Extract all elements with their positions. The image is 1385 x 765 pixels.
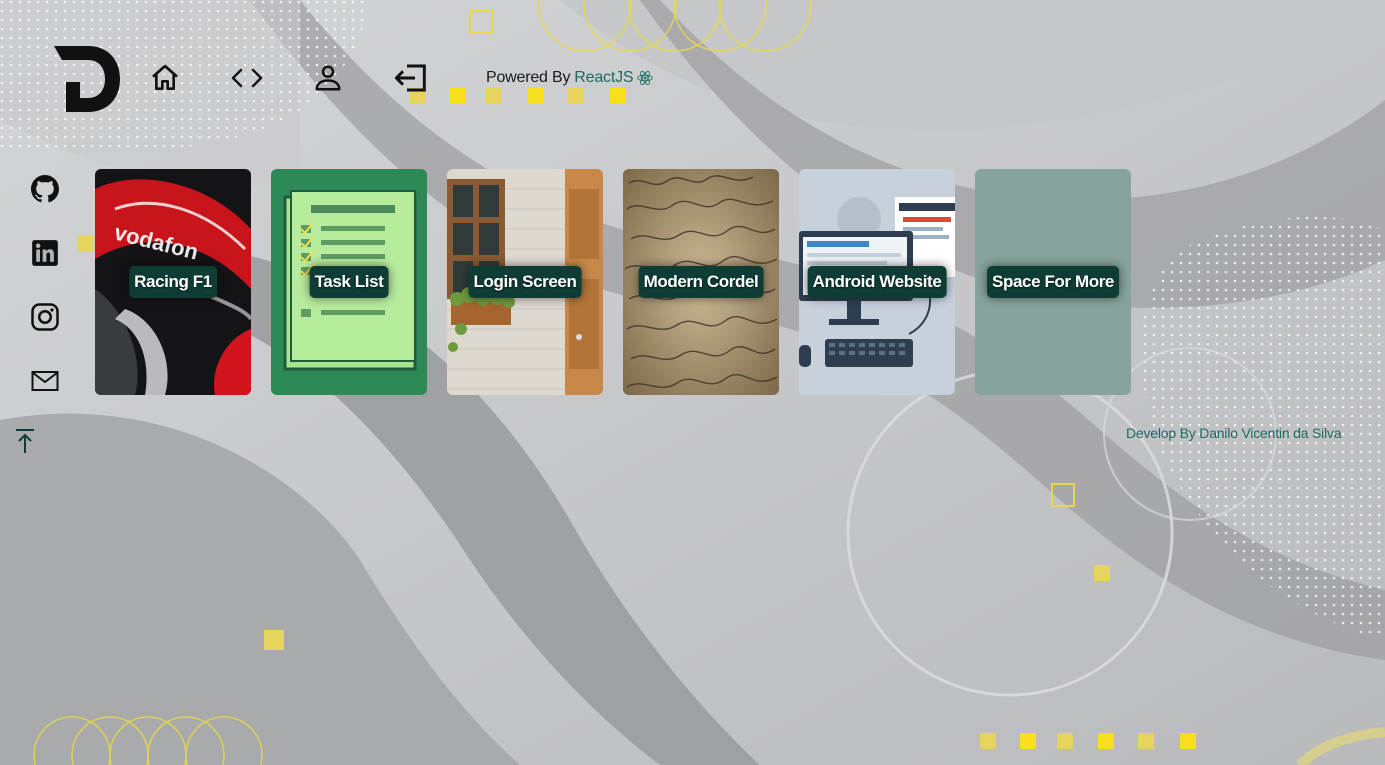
- letter-d-logo-icon: [54, 46, 120, 112]
- mail-icon: [31, 371, 59, 391]
- project-card-login-screen[interactable]: Login Screen: [447, 169, 603, 395]
- github-link[interactable]: [28, 172, 62, 206]
- react-icon: [637, 71, 654, 85]
- powered-by-label: Powered By: [486, 69, 571, 86]
- developer-credit: Develop By Danilo Vicentin da Silva: [1126, 425, 1342, 441]
- project-card-label: Modern Cordel: [638, 266, 764, 298]
- project-card-label: Task List: [309, 266, 389, 298]
- project-card-label: Login Screen: [468, 266, 582, 298]
- powered-by: Powered By ReactJS: [486, 69, 654, 87]
- project-card-android-website[interactable]: Android Website: [799, 169, 955, 395]
- project-card-modern-cordel[interactable]: Modern Cordel: [623, 169, 779, 395]
- arrow-up-to-top-icon: [16, 429, 34, 453]
- project-card-racing-f1[interactable]: vodafon Racing F1: [95, 169, 251, 395]
- project-card-label: Android Website: [807, 266, 947, 298]
- project-card-label: Space For More: [987, 266, 1119, 298]
- powered-by-brand[interactable]: ReactJS: [574, 69, 633, 87]
- person-icon: [315, 65, 341, 91]
- github-icon: [31, 175, 59, 203]
- linkedin-link[interactable]: [28, 236, 62, 270]
- login-icon: [394, 64, 426, 92]
- nav-login-button[interactable]: [391, 58, 431, 98]
- scroll-top-button[interactable]: [8, 424, 42, 458]
- site-logo[interactable]: [50, 44, 122, 114]
- instagram-link[interactable]: [28, 300, 62, 334]
- linkedin-icon: [32, 240, 58, 266]
- email-link[interactable]: [28, 364, 62, 398]
- code-icon: [231, 68, 263, 88]
- project-card-label: Racing F1: [129, 266, 217, 298]
- project-card-task-list[interactable]: Task List: [271, 169, 427, 395]
- nav-home-button[interactable]: [145, 58, 185, 98]
- project-card-space-for-more[interactable]: Space For More: [975, 169, 1131, 395]
- home-icon: [152, 64, 178, 90]
- nav-code-button[interactable]: [227, 58, 267, 98]
- nav-profile-button[interactable]: [308, 58, 348, 98]
- instagram-icon: [31, 303, 59, 331]
